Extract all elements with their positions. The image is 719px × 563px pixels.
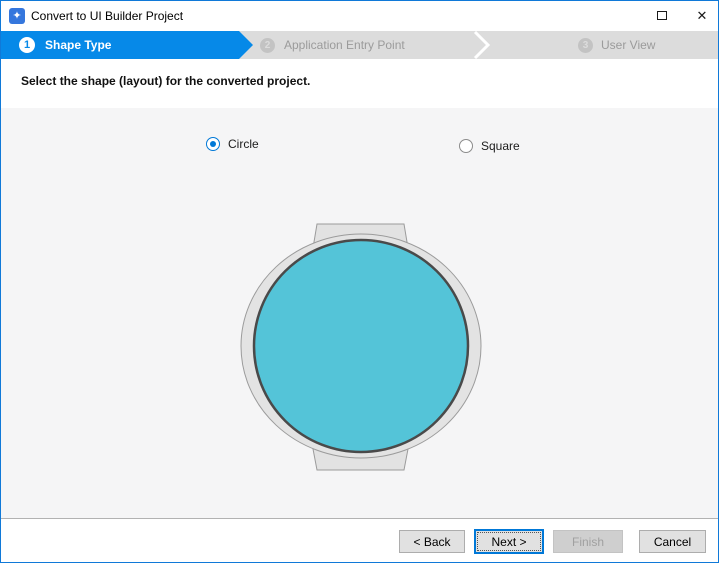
cancel-button[interactable]: Cancel xyxy=(639,530,706,553)
radio-circle-selected-icon[interactable] xyxy=(206,137,220,151)
step3-number-badge: 3 xyxy=(578,38,593,53)
wizard-description: Select the shape (layout) for the conver… xyxy=(21,74,310,88)
close-icon: ✕ xyxy=(697,8,708,24)
button-bar: < Back Next > Finish Cancel xyxy=(1,520,718,563)
finish-button[interactable]: Finish xyxy=(553,530,623,553)
maximize-button[interactable] xyxy=(639,1,685,30)
title-bar: ✦ Convert to UI Builder Project ✕ xyxy=(1,1,718,31)
wizard-window: ✦ Convert to UI Builder Project ✕ 1 Shap… xyxy=(0,0,719,563)
radio-option-circle[interactable]: Circle xyxy=(206,137,259,151)
circle-watch-preview xyxy=(231,216,491,482)
tizen-app-icon: ✦ xyxy=(9,8,25,24)
next-button[interactable]: Next > xyxy=(474,529,544,554)
step1-number-badge: 1 xyxy=(19,37,35,53)
radio-square-unselected-icon[interactable] xyxy=(459,139,473,153)
wizard-step-bar: 1 Shape Type 2 Application Entry Point 3… xyxy=(1,31,719,59)
step2-label: Application Entry Point xyxy=(284,38,405,52)
maximize-icon xyxy=(657,11,667,20)
description-strip: Select the shape (layout) for the conver… xyxy=(1,59,718,108)
step2-number-badge: 2 xyxy=(260,38,275,53)
step3-label: User View xyxy=(601,38,655,52)
watch-screen-circle xyxy=(254,240,468,452)
window-title: Convert to UI Builder Project xyxy=(31,9,183,23)
step-separator-chevron-icon xyxy=(471,31,495,59)
radio-option-square[interactable]: Square xyxy=(459,139,520,153)
close-button[interactable]: ✕ xyxy=(685,1,719,30)
radio-square-label: Square xyxy=(481,139,520,153)
content-area: Circle Square xyxy=(1,108,718,519)
step-segment-active xyxy=(1,31,253,59)
step1-label: Shape Type xyxy=(45,38,111,52)
back-button[interactable]: < Back xyxy=(399,530,465,553)
radio-circle-label: Circle xyxy=(228,137,259,151)
